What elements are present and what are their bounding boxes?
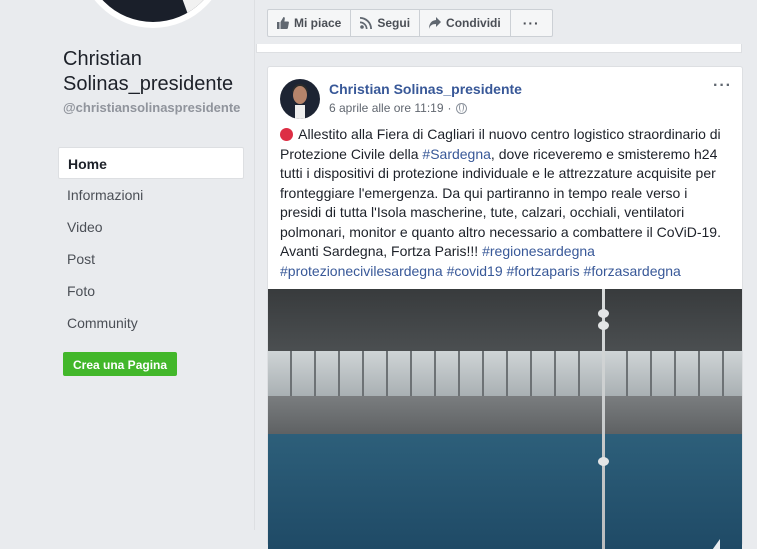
post-options-button[interactable]: ··· (713, 77, 732, 95)
like-button[interactable]: Mi piace (268, 10, 352, 36)
post-text-part-2: , dove riceveremo e smisteremo h24 tutti… (280, 145, 721, 260)
nav-item-community[interactable]: Community (58, 307, 244, 339)
profile-picture[interactable] (78, 0, 228, 28)
meta-separator: · (447, 101, 452, 115)
share-button[interactable]: Condividi (420, 10, 511, 36)
more-options-button[interactable]: ··· (511, 10, 552, 36)
image-wall (268, 396, 742, 436)
nav-item-home[interactable]: Home (58, 147, 244, 179)
hashtag-sardegna[interactable]: #Sardegna (422, 146, 491, 162)
nav-item-informazioni[interactable]: Informazioni (58, 179, 244, 211)
hashtag-forzasardegna[interactable]: #forzasardegna (584, 263, 681, 279)
red-circle-icon (280, 128, 293, 141)
hashtag-regionesardegna[interactable]: #regionesardegna (482, 243, 595, 259)
nav-item-foto[interactable]: Foto (58, 275, 244, 307)
follow-button[interactable]: Segui (351, 10, 421, 36)
post-text: Allestito alla Fiera di Cagliari il nuov… (280, 125, 732, 281)
rss-icon (360, 17, 373, 29)
hashtag-covid19[interactable]: #covid19 (447, 263, 503, 279)
nav-item-video[interactable]: Video (58, 211, 244, 243)
window-mullions (268, 351, 742, 396)
like-button-label: Mi piace (294, 16, 342, 30)
profile-photo (84, 0, 222, 22)
previous-card-edge (256, 44, 742, 53)
avatar-collar (295, 105, 305, 119)
profile-photo-shirt (171, 0, 222, 22)
share-arrow-icon (429, 17, 442, 29)
page-handle[interactable]: @christiansolinaspresidente (63, 100, 248, 116)
post-card: Christian Solinas_presidente 6 aprile al… (267, 66, 743, 549)
globe-icon[interactable] (455, 102, 467, 114)
image-floor (268, 434, 742, 549)
nav-item-post[interactable]: Post (58, 243, 244, 275)
thumbs-up-icon (277, 17, 289, 29)
share-button-label: Condividi (446, 16, 501, 30)
post-author-name[interactable]: Christian Solinas_presidente (329, 81, 522, 97)
page-action-bar: Mi piace Segui Condividi ··· (267, 9, 553, 37)
hashtag-protezionecivilesardegna[interactable]: #protezionecivilesardegna (280, 263, 443, 279)
post-timestamp[interactable]: 6 aprile alle ore 11:19 (329, 101, 444, 115)
page-name[interactable]: Christian Solinas_presidente (63, 47, 253, 97)
page-nav: Home Informazioni Video Post Foto Commun… (58, 147, 244, 339)
left-sidebar: Christian Solinas_presidente @christians… (0, 0, 255, 530)
create-page-button[interactable]: Crea una Pagina (63, 352, 178, 376)
hashtag-fortzaparis[interactable]: #fortzaparis (507, 263, 580, 279)
follow-button-label: Segui (377, 16, 411, 30)
post-meta: 6 aprile alle ore 11:19 · (329, 101, 467, 115)
rope-knot (598, 321, 609, 330)
avatar-face (293, 86, 307, 104)
rope-knot (598, 309, 609, 318)
post-author-avatar[interactable] (280, 79, 320, 119)
rope-knot (598, 457, 609, 466)
post-video-thumbnail[interactable] (268, 289, 742, 549)
image-windows (268, 351, 742, 396)
play-icon[interactable] (710, 539, 720, 549)
